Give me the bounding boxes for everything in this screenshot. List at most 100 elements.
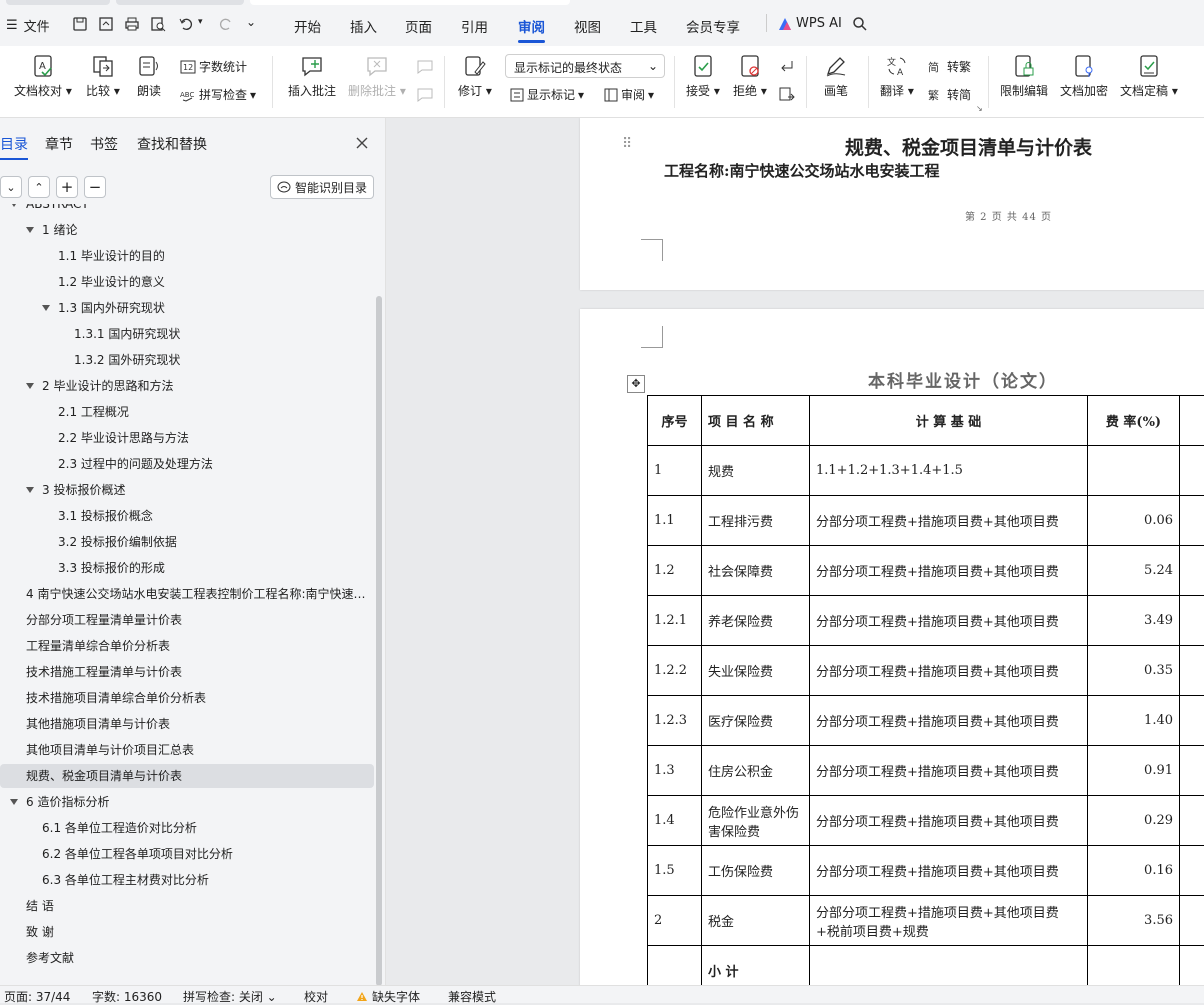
cell-rate[interactable]: 3.56	[1088, 896, 1180, 946]
spell-check-status[interactable]: 拼写检查: 关闭 ⌄	[183, 988, 277, 1005]
cell-base[interactable]: 分部分项工程费+措施项目费+其他项目费	[810, 596, 1088, 646]
cell-name[interactable]: 税金	[702, 896, 810, 946]
cell-no[interactable]: 1.4	[648, 796, 702, 846]
prev-comment-icon[interactable]	[416, 58, 434, 76]
tab-page[interactable]: 页面	[405, 16, 432, 36]
save-icon[interactable]	[72, 16, 88, 32]
toc-item[interactable]: ABSTRACT	[26, 204, 372, 216]
toc-item[interactable]: 工程量清单综合单价分析表	[26, 634, 372, 658]
cell-base[interactable]: 分部分项工程费+措施项目费+其他项目费	[810, 696, 1088, 746]
cell-extra[interactable]	[1180, 546, 1204, 596]
cell-rate[interactable]	[1088, 946, 1180, 986]
toc-item[interactable]: 1.3.2 国外研究现状	[74, 348, 372, 372]
tab-start[interactable]: 开始	[294, 16, 321, 36]
cell-no[interactable]: 1.5	[648, 846, 702, 896]
delete-comment-button[interactable]: 删除批注 ▾	[348, 54, 406, 99]
cell-base[interactable]: 分部分项工程费+措施项目费+其他项目费	[810, 746, 1088, 796]
expand-toggle-icon[interactable]	[10, 799, 18, 805]
missing-font-status[interactable]: 缺失字体	[356, 988, 420, 1005]
toc-item[interactable]: 技术措施工程量清单与计价表	[26, 660, 372, 684]
tab-member[interactable]: 会员专享	[686, 16, 740, 36]
toc-item[interactable]: 1.3.1 国内研究现状	[74, 322, 372, 346]
cell-no[interactable]: 1.3	[648, 746, 702, 796]
cell-name[interactable]: 危险作业意外伤害保险费	[702, 796, 810, 846]
to-traditional-button[interactable]: 简 转繁	[928, 58, 971, 75]
toc-item[interactable]: 1.1 毕业设计的目的	[58, 244, 372, 268]
print-preview-icon[interactable]	[150, 16, 166, 32]
tab-review[interactable]: 审阅	[518, 16, 545, 36]
page-indicator[interactable]: 页面: 37/44	[4, 988, 70, 1005]
tab-bookmark[interactable]: 书签	[90, 134, 118, 154]
review-pane-button[interactable]: 审阅 ▾	[604, 86, 654, 103]
cell-no[interactable]: 1.2	[648, 546, 702, 596]
cell-extra[interactable]	[1180, 846, 1204, 896]
cell-base[interactable]: 分部分项工程费+措施项目费+其他项目费	[810, 546, 1088, 596]
toc-item[interactable]: 1.2 毕业设计的意义	[58, 270, 372, 294]
doc-tab-stub[interactable]	[116, 0, 244, 5]
cell-rate[interactable]: 5.24	[1088, 546, 1180, 596]
cell-rate[interactable]: 1.40	[1088, 696, 1180, 746]
cell-base[interactable]: 分部分项工程费+措施项目费+其他项目费	[810, 796, 1088, 846]
toc-item[interactable]: 6.3 各单位工程主材费对比分析	[42, 868, 372, 892]
cell-base[interactable]: 分部分项工程费+措施项目费+其他项目费	[810, 646, 1088, 696]
cell-no[interactable]: 1.1	[648, 496, 702, 546]
toc-scrollbar[interactable]	[376, 296, 382, 986]
undo-dropdown-icon[interactable]: ▾	[198, 17, 203, 27]
cell-name[interactable]: 规费	[702, 446, 810, 496]
undo-icon[interactable]	[178, 16, 194, 32]
cell-rate[interactable]: 3.49	[1088, 596, 1180, 646]
translate-button[interactable]: 文A 翻译 ▾	[880, 54, 914, 99]
cell-base[interactable]: 分部分项工程费+措施项目费+其他项目费+税前项目费+规费	[810, 896, 1088, 946]
expand-toggle-icon[interactable]	[26, 227, 34, 233]
toc-item[interactable]: 致 谢	[26, 920, 372, 944]
next-comment-icon[interactable]	[416, 86, 434, 104]
expand-toggle-icon[interactable]	[10, 204, 18, 207]
cell-name[interactable]: 医疗保险费	[702, 696, 810, 746]
toc-item[interactable]: 规费、税金项目清单与计价表	[0, 764, 374, 788]
cell-base[interactable]	[810, 946, 1088, 986]
compare-button[interactable]: 比较 ▾	[86, 54, 120, 99]
toc-item[interactable]: 6.2 各单位工程各单项项目对比分析	[42, 842, 372, 866]
tab-view[interactable]: 视图	[574, 16, 601, 36]
remove-heading-button[interactable]: −	[84, 176, 106, 198]
toc-item[interactable]: 其他项目清单与计价项目汇总表	[26, 738, 372, 762]
cell-extra[interactable]	[1180, 896, 1204, 946]
show-markup-button[interactable]: 显示标记 ▾	[510, 86, 584, 103]
file-menu[interactable]: ☰ 文件	[6, 16, 50, 35]
toc-item[interactable]: 3.3 投标报价的形成	[58, 556, 372, 580]
prev-change-icon[interactable]	[778, 58, 796, 76]
cell-extra[interactable]	[1180, 796, 1204, 846]
cell-no[interactable]	[648, 946, 702, 986]
tab-tools[interactable]: 工具	[630, 16, 657, 36]
next-change-icon[interactable]	[778, 86, 796, 104]
cell-base[interactable]: 分部分项工程费+措施项目费+其他项目费	[810, 496, 1088, 546]
group-expand-icon[interactable]: ↘	[976, 104, 983, 113]
drag-handle-icon[interactable]: ⠿	[622, 136, 632, 152]
cell-name[interactable]: 工程排污费	[702, 496, 810, 546]
toc-item[interactable]: 2.3 过程中的问题及处理方法	[58, 452, 372, 476]
cell-extra[interactable]	[1180, 746, 1204, 796]
export-pdf-icon[interactable]	[98, 16, 114, 32]
toc-item[interactable]: 2.2 毕业设计思路与方法	[58, 426, 372, 450]
pen-button[interactable]: 画笔	[824, 54, 848, 99]
cell-name[interactable]: 失业保险费	[702, 646, 810, 696]
collapse-all-button[interactable]: ⌄	[0, 176, 22, 198]
accept-button[interactable]: 接受 ▾	[686, 54, 720, 99]
redo-icon[interactable]	[218, 16, 234, 32]
finalize-button[interactable]: 文档定稿 ▾	[1120, 54, 1178, 99]
cell-rate[interactable]	[1088, 446, 1180, 496]
toc-item[interactable]: 6 造价指标分析	[26, 790, 372, 814]
insert-comment-button[interactable]: 插入批注	[288, 54, 336, 99]
toc-item[interactable]: 3 投标报价概述	[42, 478, 372, 502]
expand-toggle-icon[interactable]	[26, 487, 34, 493]
cell-extra[interactable]	[1180, 946, 1204, 986]
expand-toggle-icon[interactable]	[26, 383, 34, 389]
toc-item[interactable]: 1.3 国内外研究现状	[58, 296, 372, 320]
toc-item[interactable]: 结 语	[26, 894, 372, 918]
cell-rate[interactable]: 0.16	[1088, 846, 1180, 896]
cell-rate[interactable]: 0.06	[1088, 496, 1180, 546]
toc-item[interactable]: 2.1 工程概况	[58, 400, 372, 424]
cell-extra[interactable]	[1180, 496, 1204, 546]
restrict-edit-button[interactable]: 限制编辑	[1000, 54, 1048, 99]
tab-find-replace[interactable]: 查找和替换	[137, 134, 207, 154]
